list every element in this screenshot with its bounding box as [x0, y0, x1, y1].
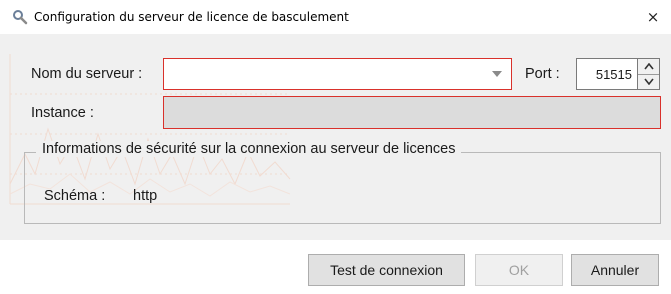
port-value: 51515 — [595, 67, 632, 82]
license-server-dialog: Configuration du serveur de licence de b… — [0, 0, 671, 294]
instance-field[interactable] — [163, 96, 661, 129]
close-icon: × — [646, 8, 660, 26]
chevron-down-icon[interactable] — [491, 69, 503, 79]
server-name-combobox[interactable] — [163, 58, 512, 90]
search-key-icon — [13, 10, 28, 25]
port-label: Port : — [525, 66, 560, 82]
spin-down-button[interactable] — [638, 74, 659, 89]
server-name-input[interactable] — [166, 61, 480, 89]
schema-label: Schéma : — [44, 188, 106, 204]
title-bar: Configuration du serveur de licence de b… — [0, 0, 671, 34]
security-group-title: Informations de sécurité sur la connexio… — [36, 141, 462, 157]
test-connection-button[interactable]: Test de connexion — [308, 254, 465, 286]
close-button[interactable]: × — [641, 5, 665, 29]
ok-button[interactable]: OK — [475, 254, 563, 286]
spin-down-icon — [643, 78, 654, 85]
security-info-group — [24, 152, 661, 224]
instance-label: Instance : — [31, 105, 94, 121]
schema-value: http — [133, 188, 158, 204]
server-name-label: Nom du serveur : — [31, 66, 143, 82]
port-spinner — [638, 58, 660, 90]
window-title: Configuration du serveur de licence de b… — [34, 10, 349, 24]
spin-up-button[interactable] — [638, 59, 659, 75]
cancel-button[interactable]: Annuler — [571, 254, 659, 286]
port-field[interactable]: 51515 — [576, 58, 638, 90]
spin-up-icon — [643, 63, 654, 70]
